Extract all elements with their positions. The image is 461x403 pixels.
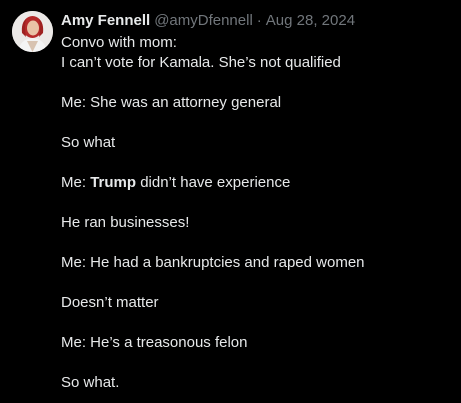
tweet-line: Me: Trump didn’t have experience (61, 173, 451, 193)
tweet-date[interactable]: Aug 28, 2024 (266, 11, 355, 31)
tweet-text: Convo with mom: I can’t vote for Kamala.… (61, 33, 451, 393)
avatar-photo (12, 11, 53, 52)
header-separator: · (256, 12, 262, 29)
tweet-line: So what (61, 134, 116, 151)
tweet-line: Convo with mom: (61, 34, 177, 51)
tweet[interactable]: Amy Fennell @amyDfennell · Aug 28, 2024 … (0, 0, 461, 403)
avatar[interactable] (12, 11, 53, 52)
tweet-line: Doesn’t matter (61, 294, 159, 311)
tweet-line: Me: He’s a treasonous felon (61, 334, 248, 351)
tweet-line: I can’t vote for Kamala. She’s not quali… (61, 54, 341, 71)
tweet-line-prefix: Me: (61, 174, 91, 191)
author-display-name[interactable]: Amy Fennell (61, 11, 150, 31)
tweet-line: Me: He had a bankruptcies and raped wome… (61, 254, 365, 271)
tweet-line-suffix: didn’t have experience (136, 174, 291, 191)
tweet-line: Me: She was an attorney general (61, 94, 282, 111)
tweet-header: Amy Fennell @amyDfennell · Aug 28, 2024 (61, 11, 355, 31)
tweet-line: He ran businesses! (61, 214, 190, 231)
author-handle[interactable]: @amyDfennell (154, 11, 253, 31)
tweet-line: So what. (61, 374, 120, 391)
bold-keyword: Trump (90, 174, 137, 191)
